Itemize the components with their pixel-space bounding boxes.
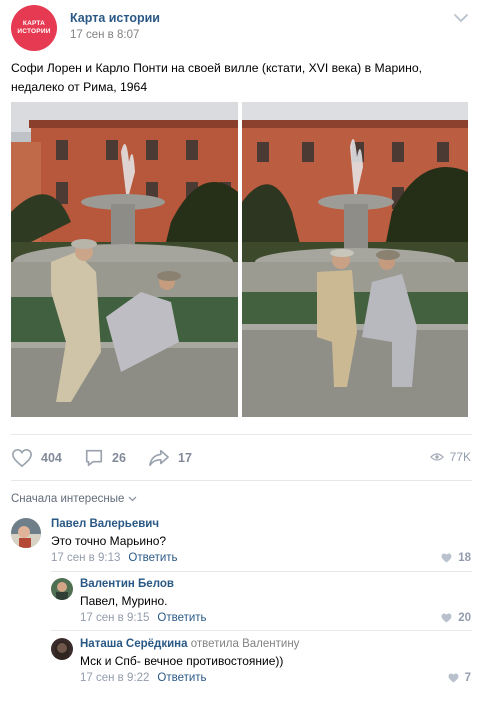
avatar[interactable] — [11, 518, 41, 548]
comment-author-link: Наташа Серёдкина ответила Валентину — [80, 638, 299, 650]
comment-reply-item: Валентин Белов Павел, Мурино. 17 сен в 9… — [51, 575, 472, 627]
comment-divider — [51, 571, 472, 572]
comment-divider — [51, 630, 472, 631]
comment-author-link[interactable]: Павел Валерьевич — [51, 518, 159, 530]
logo-text-line-1: КАРТА — [22, 20, 46, 27]
comment-like-button[interactable]: 7 — [448, 672, 471, 684]
comment-icon — [85, 449, 103, 467]
reply-button[interactable]: Ответить — [157, 672, 206, 684]
comment-like-count: 20 — [458, 612, 471, 624]
post-header: КАРТА ИСТОРИИ Карта истории 17 сен в 8:0… — [0, 0, 483, 54]
like-button[interactable]: 404 — [11, 448, 62, 468]
post-actions: 404 26 17 77K — [0, 440, 483, 476]
comment-text: Павел, Мурино. — [80, 594, 168, 608]
heart-icon — [441, 613, 452, 623]
share-count: 17 — [178, 451, 192, 465]
eye-icon — [429, 453, 444, 461]
comment-date[interactable]: 17 сен в 9:15 — [80, 612, 149, 624]
comment-text: Это точно Марьино? — [51, 534, 167, 548]
comment-reply-item: Наташа Серёдкина ответила Валентину Мск … — [51, 635, 472, 687]
comments-sort-label: Сначала интересные — [11, 493, 125, 505]
share-icon — [149, 449, 169, 467]
comment-meta: 17 сен в 9:15 Ответить — [80, 612, 207, 624]
reply-button[interactable]: Ответить — [128, 552, 177, 564]
comment-text: Мск и Спб- вечное противостояние)) — [80, 654, 284, 668]
comment-button[interactable]: 26 — [84, 448, 126, 468]
heart-icon — [12, 448, 32, 468]
views-counter: 77K — [429, 450, 471, 464]
group-name-link[interactable]: Карта истории — [70, 11, 160, 25]
chevron-down-icon[interactable] — [453, 12, 469, 24]
comment-author-link[interactable]: Валентин Белов — [80, 578, 174, 590]
actions-divider-top — [11, 434, 472, 435]
views-count: 77K — [449, 450, 471, 464]
heart-icon — [448, 673, 459, 683]
comment-like-count: 18 — [458, 552, 471, 564]
avatar[interactable] — [51, 638, 73, 660]
chevron-down-icon — [128, 496, 137, 502]
comment-like-count: 7 — [464, 672, 471, 684]
post-photo-2[interactable] — [242, 102, 468, 417]
comment-date[interactable]: 17 сен в 9:22 — [80, 672, 149, 684]
post-date[interactable]: 17 сен в 8:07 — [70, 29, 139, 41]
comment-count: 26 — [112, 451, 126, 465]
like-count: 404 — [41, 451, 62, 465]
comment-item: Павел Валерьевич Это точно Марьино? 17 с… — [11, 515, 472, 567]
actions-divider-bottom — [11, 480, 472, 481]
reply-to-label[interactable]: ответила Валентину — [191, 638, 300, 650]
post-text: Софи Лорен и Карло Понти на своей вилле … — [11, 61, 423, 94]
comment-author[interactable]: Наташа Серёдкина — [80, 638, 188, 650]
comments-sort-dropdown[interactable]: Сначала интересные — [11, 493, 137, 505]
share-button[interactable]: 17 — [148, 448, 192, 468]
comment-like-button[interactable]: 20 — [441, 612, 471, 624]
comment-like-button[interactable]: 18 — [441, 552, 471, 564]
reply-button[interactable]: Ответить — [157, 612, 206, 624]
post-photo-1[interactable] — [11, 102, 238, 417]
avatar[interactable] — [51, 578, 73, 600]
comment-meta: 17 сен в 9:13 Ответить — [51, 552, 178, 564]
group-avatar[interactable]: КАРТА ИСТОРИИ — [11, 5, 57, 51]
comment-meta: 17 сен в 9:22 Ответить — [80, 672, 207, 684]
comment-date[interactable]: 17 сен в 9:13 — [51, 552, 120, 564]
heart-icon — [441, 553, 452, 563]
logo-text-line-2: ИСТОРИИ — [17, 28, 51, 35]
